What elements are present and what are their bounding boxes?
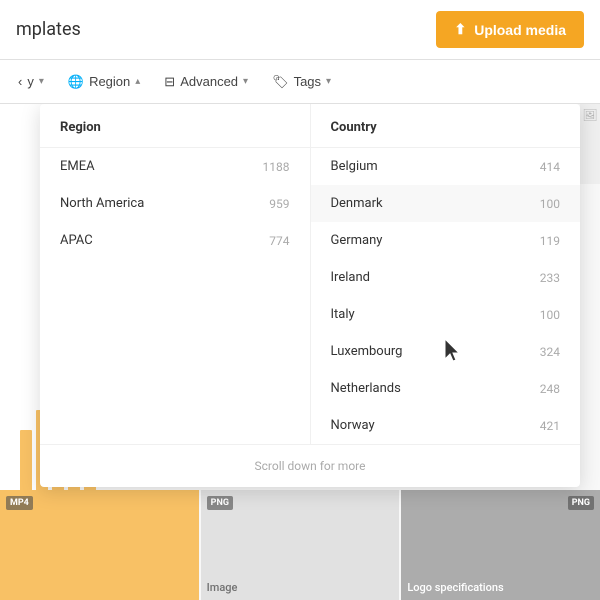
chevron-left-icon: ‹ <box>18 74 22 89</box>
upload-media-button[interactable]: ⬆ Upload media <box>436 11 584 48</box>
region-column: Region EMEA 1188 North America 959 APAC … <box>40 104 311 444</box>
main-content: Fin ontal ity Inte 🖼 MP4 PNG Image PNG <box>0 104 600 600</box>
country-item-luxembourg[interactable]: Luxembourg 324 <box>311 333 581 370</box>
region-name-apac: APAC <box>60 233 93 248</box>
globe-icon: 🌐 <box>68 74 84 90</box>
advanced-label: Advanced <box>180 74 238 89</box>
country-count-italy: 100 <box>540 308 560 322</box>
tags-button[interactable]: 🏷 Tags ▾ <box>262 68 341 96</box>
upload-icon: ⬆ <box>454 21 466 38</box>
advanced-chevron-icon: ▾ <box>243 76 248 87</box>
country-item-belgium[interactable]: Belgium 414 <box>311 148 581 185</box>
filter-icon: ⊟ <box>164 74 175 90</box>
region-count-emea: 1188 <box>263 160 290 174</box>
region-count-north-america: 959 <box>269 197 289 211</box>
header: mplates ⬆ Upload media <box>0 0 600 60</box>
tags-chevron-icon: ▾ <box>326 76 331 87</box>
country-col-header: Country <box>311 104 581 148</box>
country-item-germany[interactable]: Germany 119 <box>311 222 581 259</box>
toolbar: ‹ y ▾ 🌐 Region ▴ ⊟ Advanced ▾ 🏷 Tags ▾ <box>0 60 600 104</box>
scroll-hint: Scroll down for more <box>255 459 366 473</box>
region-item-north-america[interactable]: North America 959 <box>40 185 310 222</box>
country-item-italy[interactable]: Italy 100 <box>311 296 581 333</box>
region-label: Region <box>89 74 130 89</box>
upload-label: Upload media <box>474 22 566 38</box>
tag-icon: 🏷 <box>272 74 289 90</box>
region-item-emea[interactable]: EMEA 1188 <box>40 148 310 185</box>
country-count-ireland: 233 <box>540 271 560 285</box>
region-name-north-america: North America <box>60 196 144 211</box>
region-count-apac: 774 <box>269 234 289 248</box>
region-item-apac[interactable]: APAC 774 <box>40 222 310 259</box>
country-count-norway: 421 <box>540 419 560 433</box>
country-count-belgium: 414 <box>540 160 560 174</box>
country-count-germany: 119 <box>540 234 560 248</box>
country-count-netherlands: 248 <box>540 382 560 396</box>
region-col-header: Region <box>40 104 310 148</box>
country-count-denmark: 100 <box>540 197 560 211</box>
tags-label: Tags <box>294 74 321 89</box>
country-name-norway: Norway <box>331 418 375 433</box>
advanced-button[interactable]: ⊟ Advanced ▾ <box>154 68 258 96</box>
country-name-denmark: Denmark <box>331 196 383 211</box>
country-name-belgium: Belgium <box>331 159 378 174</box>
region-chevron-up-icon: ▴ <box>135 76 140 87</box>
country-item-ireland[interactable]: Ireland 233 <box>311 259 581 296</box>
country-item-norway[interactable]: Norway 421 <box>311 407 581 444</box>
filter-button[interactable]: ‹ y ▾ <box>8 68 54 95</box>
country-column: Country Belgium 414 Denmark 100 Germany … <box>311 104 581 444</box>
country-count-luxembourg: 324 <box>540 345 560 359</box>
chevron-down-icon: ▾ <box>39 76 44 87</box>
country-name-germany: Germany <box>331 233 383 248</box>
dropdown-columns: Region EMEA 1188 North America 959 APAC … <box>40 104 580 444</box>
country-name-italy: Italy <box>331 307 355 322</box>
page-title: mplates <box>16 19 81 40</box>
country-name-luxembourg: Luxembourg <box>331 344 403 359</box>
country-name-ireland: Ireland <box>331 270 370 285</box>
country-item-denmark[interactable]: Denmark 100 <box>311 185 581 222</box>
country-name-netherlands: Netherlands <box>331 381 401 396</box>
region-button[interactable]: 🌐 Region ▴ <box>58 68 150 96</box>
region-dropdown: Region EMEA 1188 North America 959 APAC … <box>40 104 580 487</box>
country-item-netherlands[interactable]: Netherlands 248 <box>311 370 581 407</box>
region-name-emea: EMEA <box>60 159 95 174</box>
dropdown-footer: Scroll down for more <box>40 444 580 487</box>
